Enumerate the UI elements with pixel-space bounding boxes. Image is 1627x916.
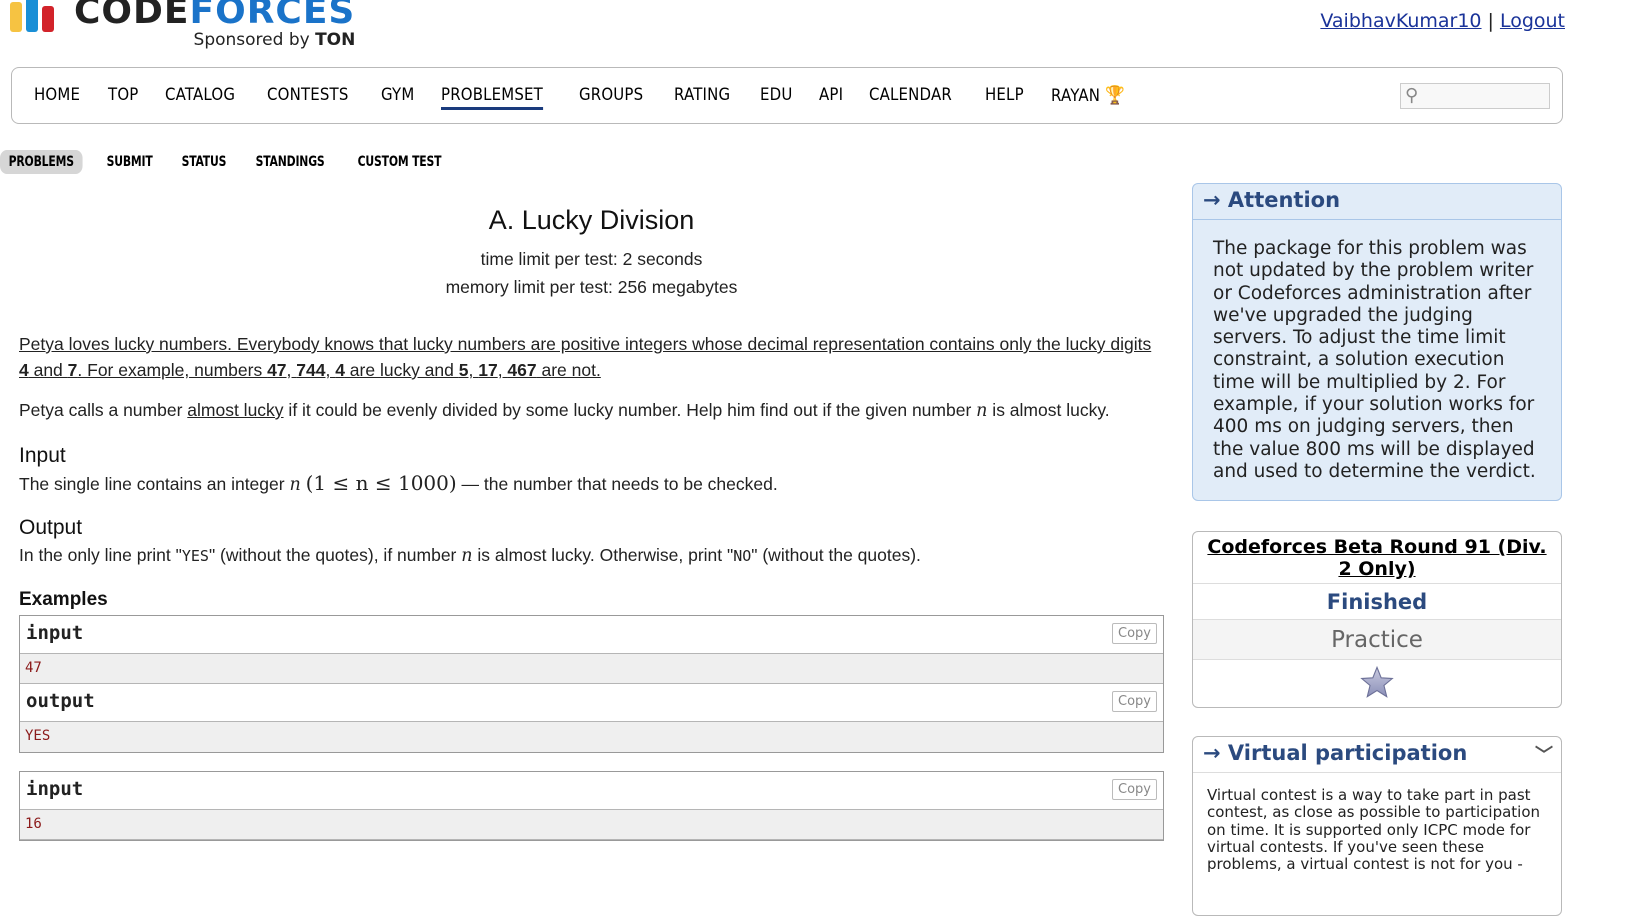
- menu-item-groups[interactable]: GROUPS: [579, 85, 643, 110]
- menu-item-rating[interactable]: RATING: [674, 85, 730, 110]
- menu-item-contests[interactable]: CONTESTS: [267, 85, 349, 110]
- output-title: Output: [19, 516, 83, 539]
- trophy-icon: 🏆: [1105, 85, 1125, 106]
- header: CODEFORCES Sponsored by TON VaibhavKumar…: [0, 0, 1627, 66]
- menu-item-problemset[interactable]: PROBLEMSET: [441, 85, 544, 110]
- problem-statement: A. Lucky Division time limit per test: 2…: [19, 205, 1164, 841]
- contest-info-box: Codeforces Beta Round 91 (Div. 2 Only) F…: [1192, 531, 1562, 708]
- example-input-header: input Copy: [20, 616, 1163, 654]
- legend-paragraph-1: Petya loves lucky numbers. Everybody kno…: [19, 334, 1152, 380]
- contest-status: Finished: [1193, 584, 1561, 620]
- problem-limits: time limit per test: 2 seconds memory li…: [19, 245, 1164, 301]
- examples-title: Examples: [19, 589, 108, 610]
- legend-paragraph-2: Petya calls a number almost lucky if it …: [19, 400, 1110, 421]
- virtual-participation-box: → Virtual participation ﹀ Virtual contes…: [1192, 736, 1562, 916]
- copy-button[interactable]: Copy: [1112, 779, 1157, 800]
- input-spec: The single line contains an integer n (1…: [19, 471, 778, 495]
- favourite-star[interactable]: [1193, 660, 1561, 706]
- menu-item-catalog[interactable]: CATALOG: [165, 85, 235, 110]
- menu-item-calendar[interactable]: CALENDAR: [869, 85, 952, 110]
- memory-limit: memory limit per test: 256 megabytes: [445, 277, 738, 297]
- example-output-value: YES: [20, 722, 1163, 752]
- menu-item-help[interactable]: HELP: [985, 85, 1024, 110]
- subnav-standings[interactable]: STANDINGS: [247, 150, 333, 174]
- menu-item-gym[interactable]: GYM: [381, 85, 414, 110]
- menu-item-top[interactable]: TOP: [108, 85, 138, 110]
- output-spec: In the only line print "YES" (without th…: [19, 545, 921, 566]
- menu-item-rayan[interactable]: RAYAN 🏆: [1051, 85, 1125, 110]
- copy-button[interactable]: Copy: [1112, 623, 1157, 644]
- virtual-participation-body: Virtual contest is a way to take part in…: [1207, 786, 1541, 874]
- user-links: VaibhavKumar10 | Logout: [1320, 10, 1565, 32]
- logout-link[interactable]: Logout: [1500, 10, 1565, 32]
- sponsor-text: Sponsored by TON: [193, 30, 356, 50]
- main-menu: HOME TOP CATALOG CONTESTS GYM PROBLEMSET…: [11, 67, 1563, 124]
- contest-name-link[interactable]: Codeforces Beta Round 91 (Div. 2 Only): [1193, 532, 1561, 584]
- attention-box: → Attention The package for this problem…: [1192, 183, 1562, 501]
- magnifier-icon: ⚲: [1405, 85, 1419, 106]
- subnav-status[interactable]: STATUS: [173, 150, 235, 174]
- example-input-value: 47: [20, 654, 1163, 684]
- search-input[interactable]: ⚲: [1400, 83, 1550, 109]
- example-1: input Copy 47 output Copy YES: [19, 615, 1164, 753]
- star-icon: [1360, 665, 1394, 698]
- virtual-participation-header[interactable]: → Virtual participation ﹀: [1193, 737, 1561, 773]
- menu-item-edu[interactable]: EDU: [760, 85, 792, 110]
- example-2: input Copy 16: [19, 771, 1164, 841]
- brand-name: CODEFORCES: [74, 0, 356, 32]
- attention-body: The package for this problem was not upd…: [1213, 238, 1536, 482]
- subnav-problems[interactable]: PROBLEMS: [0, 150, 83, 174]
- contest-mode: Practice: [1193, 620, 1561, 660]
- almost-lucky-term: almost lucky: [187, 400, 284, 420]
- brand: CODEFORCES Sponsored by TON: [74, 0, 356, 50]
- subnav-submit[interactable]: SUBMIT: [98, 150, 161, 174]
- example-output-header: output Copy: [20, 684, 1163, 722]
- input-title: Input: [19, 444, 66, 467]
- menu-item-home[interactable]: HOME: [34, 85, 80, 110]
- time-limit: time limit per test: 2 seconds: [480, 249, 703, 269]
- username-link[interactable]: VaibhavKumar10: [1320, 10, 1481, 32]
- copy-button[interactable]: Copy: [1112, 691, 1157, 712]
- problem-subnav: PROBLEMS SUBMIT STATUS STANDINGS CUSTOM …: [0, 149, 469, 175]
- menu-item-api[interactable]: API: [819, 85, 843, 110]
- example-input-value: 16: [20, 810, 1163, 840]
- example-input-header: input Copy: [20, 772, 1163, 810]
- logo-bars-icon: [10, 0, 54, 32]
- attention-title: → Attention: [1193, 184, 1561, 220]
- subnav-custom-test[interactable]: CUSTOM TEST: [349, 150, 450, 174]
- problem-title: A. Lucky Division: [488, 205, 695, 235]
- codeforces-logo[interactable]: CODEFORCES Sponsored by TON: [10, 0, 356, 50]
- chevron-down-icon[interactable]: ﹀: [1535, 741, 1553, 767]
